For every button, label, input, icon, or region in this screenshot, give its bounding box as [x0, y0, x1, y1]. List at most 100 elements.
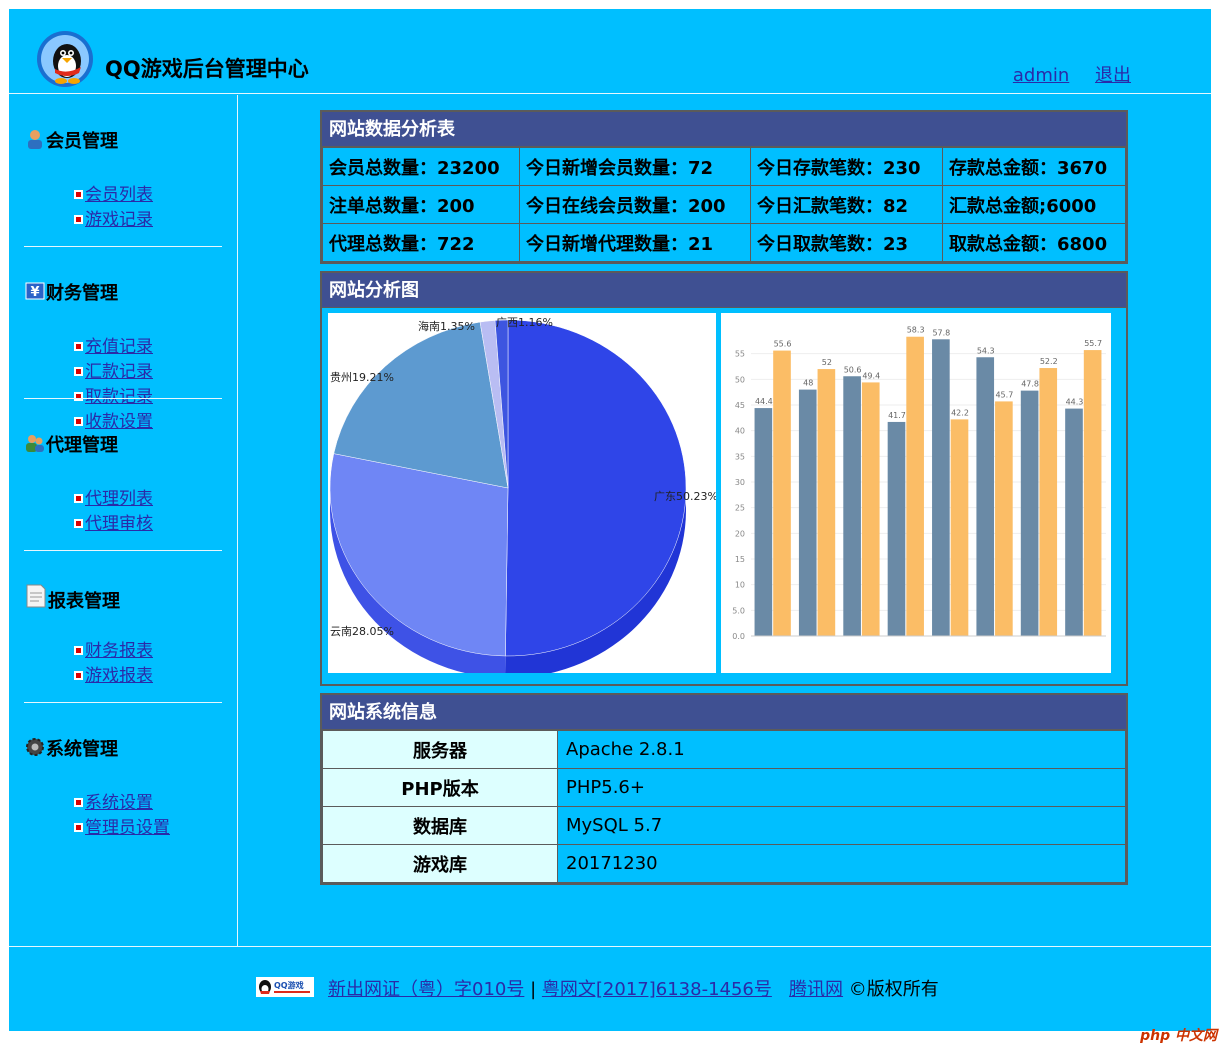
y-tick-label: 5.0 [732, 606, 745, 615]
sys-key: 游戏库 [322, 844, 558, 883]
sidebar-group-title: 会员管理 [25, 127, 118, 153]
stat-cell: 今日新增会员数量：72 [519, 147, 751, 186]
bar [1083, 350, 1102, 636]
bar [950, 419, 969, 636]
bar-value-label: 49.4 [862, 371, 880, 380]
table-row: 游戏库 20171230 [322, 844, 1126, 883]
stat-cell: 代理总数量：722 [322, 223, 520, 262]
bar [976, 357, 995, 636]
bar [843, 376, 861, 636]
sys-key: PHP版本 [322, 768, 558, 807]
sys-panel-title: 网站系统信息 [322, 695, 1126, 730]
stat-cell: 注单总数量：200 [322, 185, 520, 224]
sidebar-item-finance-report[interactable]: 财务报表 [74, 639, 153, 664]
table-row: PHP版本 PHP5.6+ [322, 768, 1126, 807]
pie-slice [505, 319, 687, 657]
bullet-icon [74, 798, 83, 807]
sidebar-item-game-report[interactable]: 游戏报表 [74, 664, 153, 689]
pie-slice-label: 广西1.16% [496, 316, 553, 329]
sidebar-item-admin-settings[interactable]: 管理员设置 [74, 816, 170, 841]
chart-panel-title: 网站分析图 [322, 273, 1126, 308]
bullet-icon [74, 519, 83, 528]
bar-value-label: 52 [822, 358, 832, 367]
stats-panel: 网站数据分析表 会员总数量：23200 今日新增会员数量：72 今日存款笔数：2… [320, 110, 1128, 264]
sidebar-item-member-list[interactable]: 会员列表 [74, 183, 153, 208]
y-tick-label: 25 [735, 504, 745, 513]
stat-cell: 会员总数量：23200 [322, 147, 520, 186]
sidebar-item-agent-list[interactable]: 代理列表 [74, 487, 153, 512]
footer-content: QQ游戏 新出网证（粤）字010号 | 粤网文[2017]6138-1456号 … [256, 975, 939, 1001]
pie-slice-label: 广东50.23% [654, 490, 716, 503]
stats-panel-title: 网站数据分析表 [322, 112, 1126, 147]
bar-value-label: 41.7 [888, 411, 906, 420]
y-tick-label: 55 [735, 350, 745, 359]
bar-value-label: 44.3 [1066, 398, 1084, 407]
bullet-icon [74, 190, 83, 199]
table-row: 代理总数量：722 今日新增代理数量：21 今日取款笔数：23 取款总金额：68… [322, 223, 1126, 262]
chart-panel: 网站分析图 广东50.23% 云南28.05% 贵州19.21% 海南1.35% 广西1… [320, 271, 1128, 686]
sys-value: 20171230 [557, 844, 1126, 883]
sys-value: PHP5.6+ [557, 768, 1126, 807]
sys-panel: 网站系统信息 服务器 Apache 2.8.1 PHP版本 PHP5.6+ 数据库 M… [320, 693, 1128, 885]
header: QQ游戏后台管理中心 admin 退出 [9, 9, 1211, 94]
company-link[interactable]: 腾讯网 [789, 979, 843, 1000]
sidebar-item-agent-review[interactable]: 代理审核 [74, 512, 153, 537]
bar [798, 389, 817, 636]
sidebar-group-finance: ¥ 财务管理 充值记录 汇款记录 取款记录 收款设置 [9, 247, 237, 432]
y-tick-label: 45 [735, 401, 745, 410]
copyright-text: ©版权所有 [848, 979, 939, 1000]
bar-chart: 0.0 5.0 10 15 20 25 30 35 40 45 50 55 44.4 55.6 48 52 50… [721, 313, 1111, 673]
bullet-icon [74, 823, 83, 832]
license-link-2[interactable]: 粤网文[2017]6138-1456号 [542, 979, 772, 1000]
stat-cell: 今日存款笔数：230 [750, 147, 943, 186]
page-frame: QQ游戏后台管理中心 admin 退出 会员管理 会员列表 游戏记录 ¥ 财务管… [9, 9, 1211, 1031]
y-tick-label: 0.0 [732, 632, 745, 641]
bar-value-label: 54.3 [977, 346, 995, 355]
footer: QQ游戏 新出网证（粤）字010号 | 粤网文[2017]6138-1456号 … [9, 946, 1211, 1031]
bar [861, 382, 880, 636]
bar [995, 401, 1013, 636]
qq-penguin-logo [37, 31, 93, 87]
sidebar-group-system: 系统管理 系统设置 管理员设置 [9, 703, 237, 855]
table-row: 数据库 MySQL 5.7 [322, 806, 1126, 845]
bar-value-label: 55.7 [1084, 339, 1102, 348]
pie-slice-label: 云南28.05% [330, 625, 394, 638]
sidebar-item-recharge[interactable]: 充值记录 [74, 335, 153, 360]
bar [1065, 408, 1083, 636]
y-tick-label: 20 [735, 529, 745, 538]
pie-slice-label: 海南1.35% [418, 319, 475, 333]
gear-icon [26, 738, 44, 756]
bullet-icon [74, 215, 83, 224]
bar [1039, 368, 1058, 636]
sidebar-group-agent: 代理管理 代理列表 代理审核 [9, 399, 237, 551]
bar [906, 336, 924, 636]
bullet-icon [74, 367, 83, 376]
bar-value-label: 58.3 [907, 326, 925, 335]
bar-value-label: 50.6 [844, 365, 862, 374]
y-tick-label: 50 [735, 375, 745, 384]
bullet-icon [74, 494, 83, 503]
stat-cell: 今日取款笔数：23 [750, 223, 943, 262]
sys-value: MySQL 5.7 [557, 806, 1126, 845]
table-row: 注单总数量：200 今日在线会员数量：200 今日汇款笔数：82 汇款总金额;6… [322, 185, 1126, 224]
admin-user-link[interactable]: admin [1013, 65, 1069, 86]
header-links: admin 退出 [993, 61, 1131, 87]
y-tick-label: 40 [735, 427, 745, 436]
site-watermark: php 中文网 [1140, 1028, 1217, 1044]
sidebar-item-game-records[interactable]: 游戏记录 [74, 208, 153, 233]
license-link-1[interactable]: 新出网证（粤）字010号 [328, 979, 524, 1000]
bar-value-label: 45.7 [995, 390, 1013, 399]
y-tick-label: 15 [735, 555, 745, 564]
bullet-icon [74, 671, 83, 680]
logout-link[interactable]: 退出 [1095, 65, 1131, 86]
bar [817, 369, 836, 636]
footer-separator: | [530, 979, 537, 1000]
sys-key: 数据库 [322, 806, 558, 845]
sidebar-item-remittance[interactable]: 汇款记录 [74, 360, 153, 385]
sidebar-group-title: ¥ 财务管理 [25, 279, 118, 305]
agent-icon [26, 435, 44, 452]
bar-value-label: 42.2 [951, 408, 969, 417]
bar [1020, 390, 1039, 636]
bar-value-label: 48 [803, 379, 813, 388]
sidebar-item-system-settings[interactable]: 系统设置 [74, 791, 170, 816]
